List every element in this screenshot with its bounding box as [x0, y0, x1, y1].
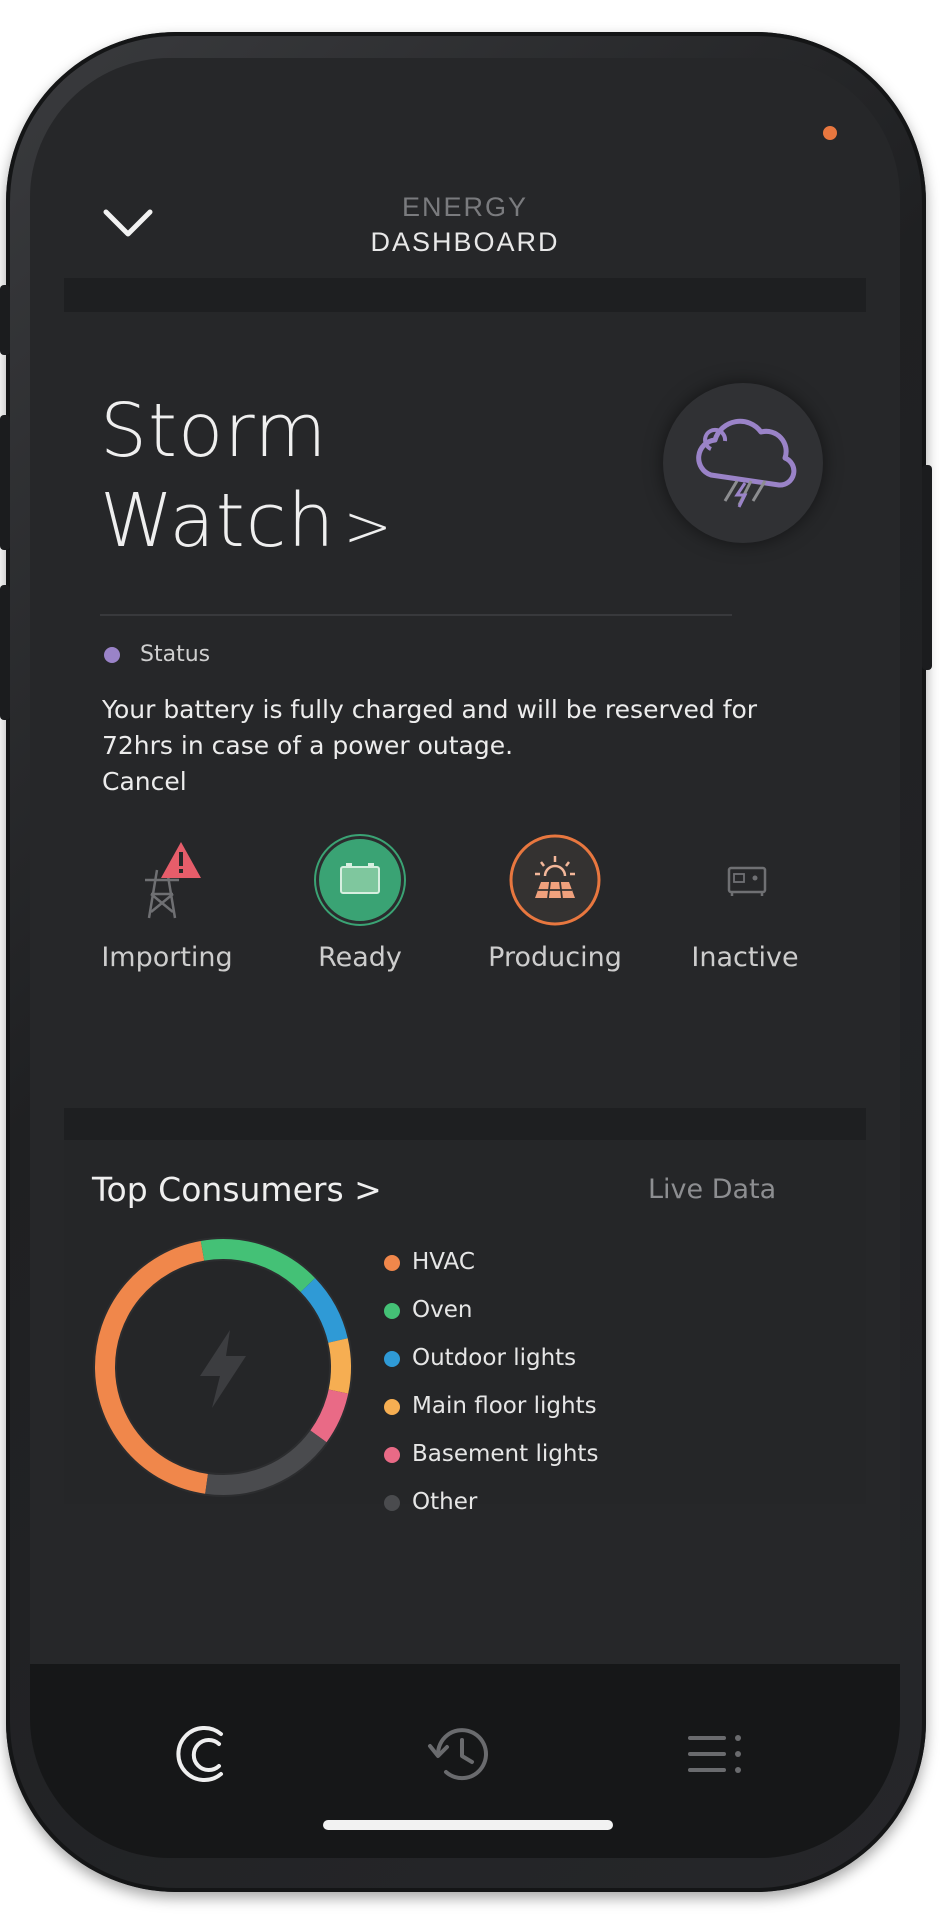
home-indicator	[323, 1820, 613, 1830]
section-divider	[64, 1108, 866, 1142]
generator-icon	[699, 834, 791, 926]
legend-swatch	[384, 1303, 400, 1319]
legend-label: HVAC	[412, 1249, 475, 1275]
legend-label: Basement lights	[412, 1441, 599, 1467]
state-inactive[interactable]: Inactive	[650, 834, 840, 975]
legend-item-other: Other	[370, 1484, 598, 1532]
legend-swatch	[384, 1351, 400, 1367]
page-title: ENERGY DASHBOARD	[30, 190, 900, 260]
chevron-right-icon: >	[343, 492, 393, 560]
legend-label: Main floor lights	[412, 1393, 597, 1419]
legend-item-basement-lights: Basement lights	[370, 1436, 598, 1484]
legend-item-outdoor-lights: Outdoor lights	[370, 1340, 598, 1388]
donut-segment-main-floor-lights	[328, 1338, 351, 1394]
donut-segment-outdoor-lights	[300, 1278, 348, 1343]
state-label: Producing	[488, 942, 622, 973]
status-message-text: Your battery is fully charged and will b…	[102, 695, 758, 760]
donut-segment-hvac	[95, 1240, 209, 1494]
legend-swatch	[384, 1255, 400, 1271]
chevron-right-icon: >	[354, 1170, 382, 1209]
status-message: Your battery is fully charged and will b…	[102, 692, 822, 800]
status-bullet	[104, 647, 120, 663]
solar-panel-icon	[509, 834, 601, 926]
legend-label: Outdoor lights	[412, 1345, 577, 1371]
storm-watch-title-line1: Storm	[100, 388, 328, 474]
lightning-bolt-icon	[200, 1330, 246, 1408]
cancel-link[interactable]: Cancel	[102, 767, 187, 796]
top-consumers-title: Top Consumers	[92, 1170, 344, 1209]
power-tower-warning-icon	[121, 834, 213, 926]
donut-segment-oven	[200, 1239, 316, 1293]
volume-up-button	[0, 415, 10, 550]
state-label: Ready	[318, 942, 402, 973]
storm-watch-title-line2: Watch	[100, 478, 336, 564]
volume-down-button	[0, 585, 10, 720]
legend-swatch	[384, 1495, 400, 1511]
storm-icon-badge	[663, 383, 823, 543]
legend-swatch	[384, 1447, 400, 1463]
legend-item-hvac: HVAC	[370, 1244, 598, 1292]
card-divider	[100, 614, 732, 616]
legend-label: Other	[412, 1489, 478, 1515]
status-indicator-dot	[823, 126, 837, 140]
power-button	[922, 465, 932, 670]
state-producing[interactable]: Producing	[460, 834, 650, 975]
consumption-donut-chart	[93, 1237, 353, 1497]
storm-watch-link[interactable]: Storm Watch >	[100, 386, 393, 571]
state-label: Inactive	[691, 942, 799, 973]
donut-segment-other	[205, 1430, 327, 1495]
app-screen: ENERGY DASHBOARD Storm Watch > Status You…	[30, 58, 900, 1858]
consumer-legend: HVAC Oven Outdoor lights Main floor ligh…	[370, 1244, 598, 1532]
battery-icon	[314, 834, 406, 926]
legend-swatch	[384, 1399, 400, 1415]
history-icon[interactable]	[420, 1714, 500, 1794]
mute-switch	[0, 285, 10, 355]
legend-label: Oven	[412, 1297, 473, 1323]
storm-cloud-icon	[696, 418, 797, 508]
menu-icon[interactable]	[680, 1714, 760, 1794]
legend-item-main-floor-lights: Main floor lights	[370, 1388, 598, 1436]
legend-item-oven: Oven	[370, 1292, 598, 1340]
state-label: Importing	[101, 942, 233, 973]
page-title-line2: DASHBOARD	[370, 227, 560, 257]
page-title-line1: ENERGY	[401, 192, 529, 222]
top-consumers-link[interactable]: Top Consumers >	[92, 1168, 382, 1212]
state-importing[interactable]: Importing	[72, 834, 262, 975]
section-divider	[64, 278, 866, 312]
state-ready[interactable]: Ready	[265, 834, 455, 975]
live-data-label: Live Data	[648, 1174, 777, 1205]
status-label: Status	[140, 642, 211, 667]
home-icon[interactable]	[165, 1714, 245, 1794]
